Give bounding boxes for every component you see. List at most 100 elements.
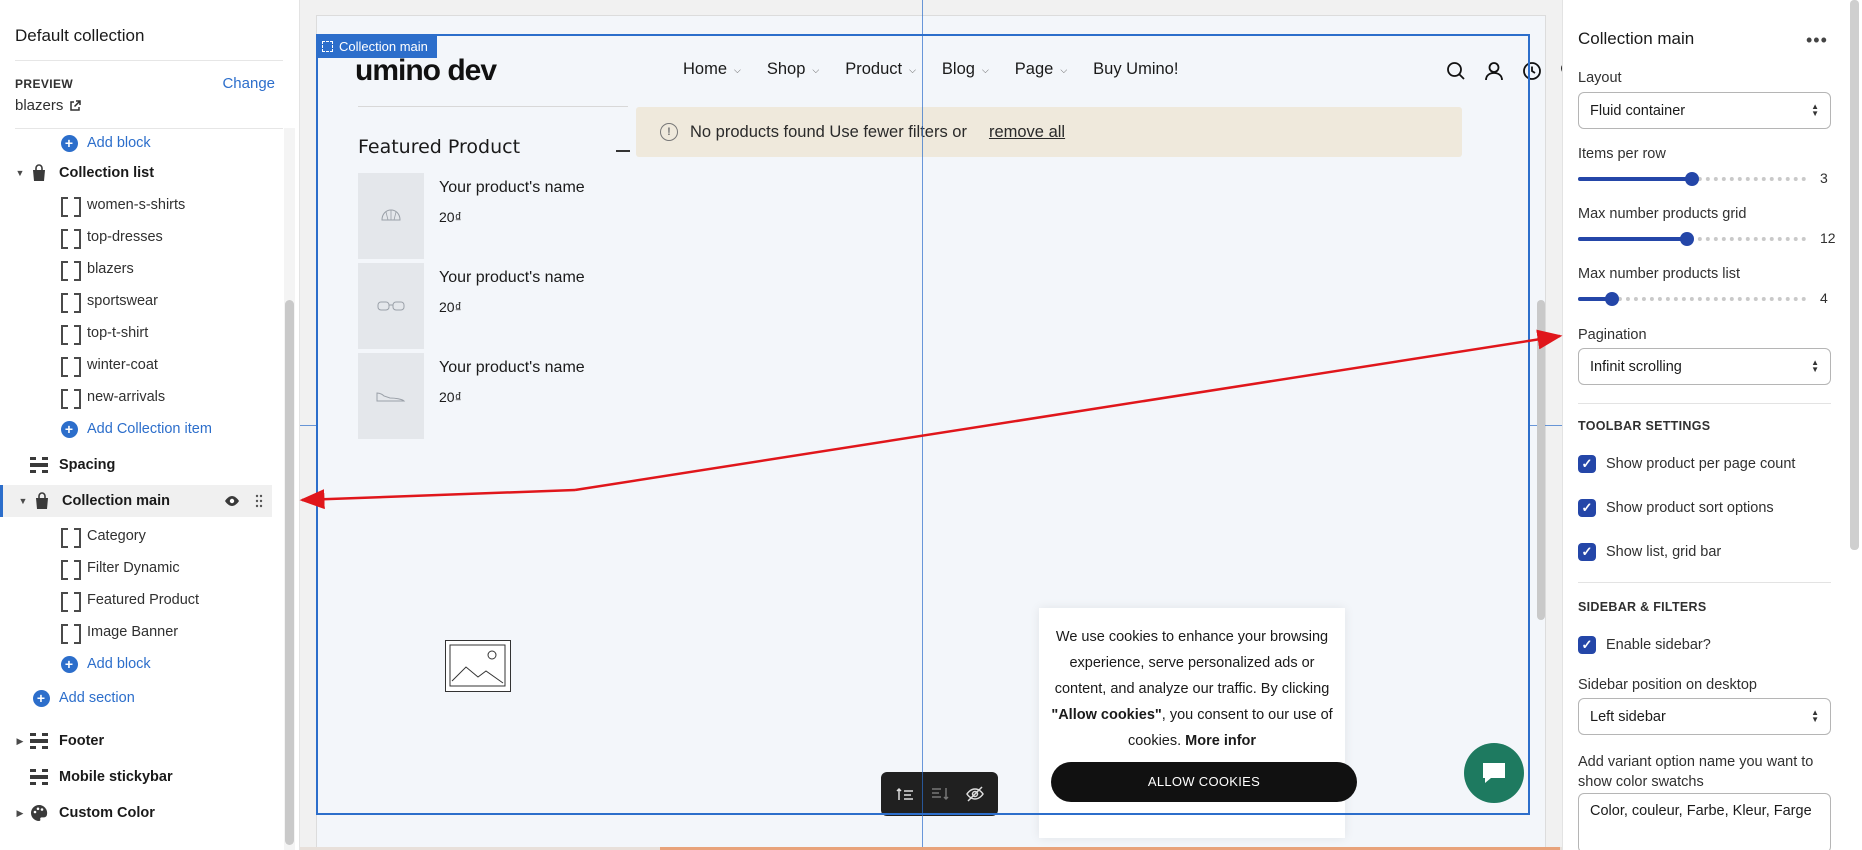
panel-title: Default collection xyxy=(15,26,145,45)
max-list-slider[interactable] xyxy=(1578,292,1806,306)
pagination-label: Pagination xyxy=(1578,327,1647,343)
tree-item[interactable]: blazers xyxy=(0,253,272,285)
drag-handle-icon[interactable] xyxy=(255,494,263,512)
preview-value[interactable]: blazers xyxy=(15,97,82,114)
slider-thumb[interactable] xyxy=(1685,172,1699,186)
spacing-icon xyxy=(30,768,48,786)
max-grid-slider[interactable] xyxy=(1578,232,1806,246)
right-scrollbar[interactable] xyxy=(1850,0,1859,550)
caret-right-icon[interactable]: ▶ xyxy=(15,736,25,746)
check-icon: ✓ xyxy=(1578,455,1596,473)
block-icon xyxy=(60,260,78,278)
show-sort-checkbox[interactable]: ✓ Show product sort options xyxy=(1578,499,1774,517)
max-list-label: Max number products list xyxy=(1578,266,1740,282)
tree-item[interactable]: + Add section xyxy=(0,682,272,714)
spacing-icon xyxy=(30,732,48,750)
block-icon xyxy=(60,527,78,545)
tree-item[interactable]: women-s-shirts xyxy=(0,189,272,221)
tree-item[interactable]: new-arrivals xyxy=(0,381,272,413)
caret-right-icon[interactable]: ▶ xyxy=(15,808,25,818)
tree-item[interactable]: winter-coat xyxy=(0,349,272,381)
spacing-icon xyxy=(30,456,48,474)
block-icon xyxy=(60,591,78,609)
tree-item[interactable]: top-dresses xyxy=(0,221,272,253)
slider-thumb[interactable] xyxy=(1680,232,1695,246)
tree-item[interactable]: + Add block xyxy=(0,648,272,680)
toolbar-settings-heading: TOOLBAR SETTINGS xyxy=(1578,419,1711,433)
caret-down-icon[interactable]: ▼ xyxy=(15,168,25,178)
sidebar-position-label: Sidebar position on desktop xyxy=(1578,677,1757,693)
tree-item[interactable]: Featured Product xyxy=(0,584,272,616)
checkbox-label: Show list, grid bar xyxy=(1606,544,1722,560)
tree-item[interactable]: ▶ Custom Color xyxy=(0,797,272,829)
selected-section-tag[interactable]: Collection main xyxy=(316,34,437,58)
settings-panel: Collection main ••• Layout Fluid contain… xyxy=(1562,0,1862,850)
settings-title: Collection main xyxy=(1578,29,1695,48)
tree-item-label: blazers xyxy=(87,261,134,277)
vertical-guide xyxy=(922,0,923,850)
max-list-value: 4 xyxy=(1820,290,1828,306)
section-icon xyxy=(322,40,333,52)
sidebar-position-value: Left sidebar xyxy=(1590,708,1666,725)
tree-item[interactable]: ▼ Collection main xyxy=(0,485,272,517)
tree-item-label: Footer xyxy=(59,733,105,749)
left-scrollbar[interactable] xyxy=(285,300,294,845)
eye-icon[interactable] xyxy=(224,494,240,512)
preview-label: PREVIEW xyxy=(15,77,74,91)
tree-item-label: Add block xyxy=(87,135,151,151)
items-per-row-label: Items per row xyxy=(1578,146,1666,162)
palette-icon xyxy=(30,804,48,822)
collection-icon xyxy=(30,164,48,182)
layout-select[interactable]: Fluid container ▲ ▼ xyxy=(1578,92,1831,129)
tree-item[interactable]: sportswear xyxy=(0,285,272,317)
tree-item[interactable]: Mobile stickybar xyxy=(0,761,272,793)
plus-circle-icon: + xyxy=(32,689,50,707)
slider-thumb[interactable] xyxy=(1605,292,1620,306)
tree-item[interactable]: Category xyxy=(0,520,272,552)
slider-fill xyxy=(1578,237,1688,241)
tree-item[interactable]: top-t-shirt xyxy=(0,317,272,349)
items-per-row-slider[interactable] xyxy=(1578,172,1806,186)
tree-item[interactable]: Filter Dynamic xyxy=(0,552,272,584)
tree-item[interactable]: Image Banner xyxy=(0,616,272,648)
tree-item-label: Add Collection item xyxy=(87,421,212,437)
tree-item-label: women-s-shirts xyxy=(87,197,186,213)
tree-item[interactable]: Spacing xyxy=(0,449,272,481)
block-icon xyxy=(60,324,78,342)
show-list-grid-checkbox[interactable]: ✓ Show list, grid bar xyxy=(1578,543,1721,561)
block-icon xyxy=(60,388,78,406)
tree-item-label: Spacing xyxy=(59,457,116,473)
select-arrows-icon: ▲ ▼ xyxy=(1811,708,1819,724)
pagination-select[interactable]: Infinit scrolling ▲ ▼ xyxy=(1578,348,1831,385)
divider xyxy=(15,60,283,61)
tree-item-label: Featured Product xyxy=(87,592,200,608)
collection-icon xyxy=(33,492,51,510)
show-per-page-checkbox[interactable]: ✓ Show product per page count xyxy=(1578,455,1795,473)
layout-label: Layout xyxy=(1578,70,1622,86)
block-icon xyxy=(60,356,78,374)
tree-item[interactable]: ▼ Collection list xyxy=(0,157,272,189)
caret-down-icon[interactable]: ▼ xyxy=(18,496,28,506)
more-options-icon[interactable]: ••• xyxy=(1806,30,1828,51)
max-grid-value: 12 xyxy=(1820,230,1836,246)
tree-item-label: sportswear xyxy=(87,293,158,309)
swatch-option-input[interactable]: Color, couleur, Farbe, Kleur, Farge xyxy=(1578,793,1831,850)
external-link-icon xyxy=(70,99,82,111)
change-link[interactable]: Change xyxy=(222,75,275,92)
divider xyxy=(1578,403,1831,404)
check-icon: ✓ xyxy=(1578,543,1596,561)
canvas-scrollbar[interactable] xyxy=(1537,300,1545,620)
tree-item-label: Collection list xyxy=(59,165,155,181)
divider xyxy=(1578,582,1831,583)
swatch-label: Add variant option name you want to show… xyxy=(1578,754,1814,790)
plus-circle-icon: + xyxy=(60,655,78,673)
horizontal-guide xyxy=(1530,425,1562,426)
enable-sidebar-checkbox[interactable]: ✓ Enable sidebar? xyxy=(1578,636,1711,654)
tree-item[interactable]: + Add Collection item xyxy=(0,413,272,445)
tree-item[interactable]: + Add block xyxy=(0,127,272,159)
tree-item-label: top-dresses xyxy=(87,229,163,245)
tree-item[interactable]: ▶ Footer xyxy=(0,725,272,757)
sidebar-position-select[interactable]: Left sidebar ▲ ▼ xyxy=(1578,698,1831,735)
selected-section-label: Collection main xyxy=(339,38,428,54)
selected-section-outline: Collection main xyxy=(316,34,1530,815)
